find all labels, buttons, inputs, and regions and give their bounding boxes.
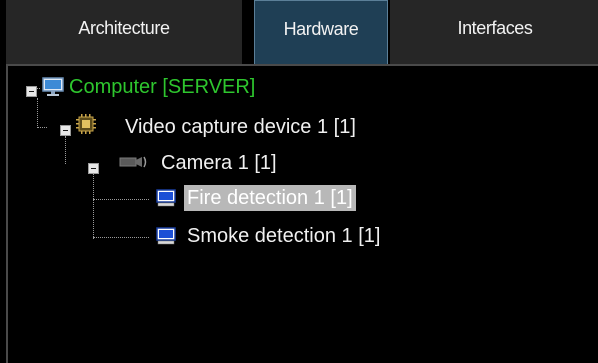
tree-connector bbox=[93, 199, 149, 200]
camera-icon bbox=[119, 156, 147, 168]
monitor-icon bbox=[42, 77, 64, 96]
tree-connector bbox=[93, 237, 149, 238]
collapse-video-capture-toggle[interactable] bbox=[60, 125, 71, 136]
tree-node-fire-detection[interactable]: Fire detection 1 [1] bbox=[184, 185, 356, 211]
collapse-computer-toggle[interactable] bbox=[26, 86, 37, 97]
window: Architecture Hardware Interfaces Compute… bbox=[0, 0, 598, 363]
tree-connector bbox=[37, 127, 47, 128]
tab-architecture[interactable]: Architecture bbox=[6, 0, 242, 64]
detector-icon bbox=[156, 189, 176, 207]
tab-bar: Architecture Hardware Interfaces bbox=[0, 0, 598, 64]
tree-connector bbox=[65, 136, 66, 164]
tree-connector bbox=[93, 173, 94, 239]
tree-node-smoke-detection[interactable]: Smoke detection 1 [1] bbox=[184, 223, 383, 249]
detector-icon bbox=[156, 227, 176, 245]
collapse-camera-toggle[interactable] bbox=[88, 163, 99, 174]
tab-interfaces[interactable]: Interfaces bbox=[390, 0, 598, 64]
capture-board-icon bbox=[76, 114, 96, 134]
tree-node-camera[interactable]: Camera 1 [1] bbox=[158, 150, 280, 176]
tree-node-video-capture-device[interactable]: Video capture device 1 [1] bbox=[122, 114, 359, 140]
tab-hardware-label: Hardware bbox=[283, 19, 359, 39]
tab-architecture-label: Architecture bbox=[78, 18, 170, 38]
tree-connector bbox=[37, 98, 38, 128]
hardware-tree-panel[interactable]: Computer [SERVER] Video capture device 1… bbox=[6, 64, 598, 363]
tree-node-computer[interactable]: Computer [SERVER] bbox=[66, 74, 258, 100]
tab-hardware[interactable]: Hardware bbox=[254, 0, 388, 64]
tab-interfaces-label: Interfaces bbox=[457, 18, 533, 38]
